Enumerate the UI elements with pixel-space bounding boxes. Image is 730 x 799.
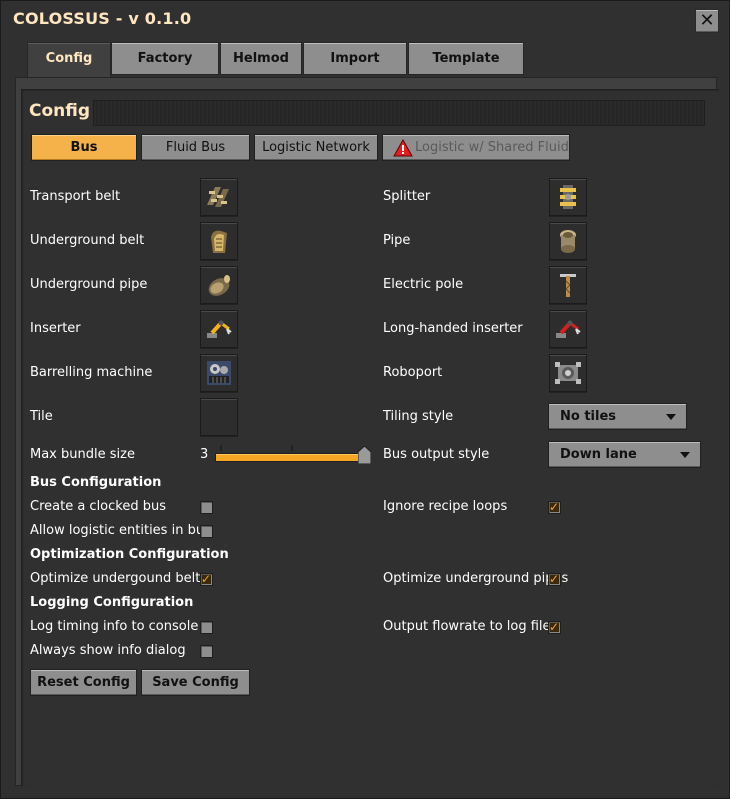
inserter-icon: [207, 320, 232, 338]
save-config-label: Save Config: [152, 675, 239, 690]
subtab-label: Logistic w/ Shared Fluid: [415, 140, 569, 155]
checkmark-icon: ✓: [549, 500, 560, 514]
always-show-info-checkbox[interactable]: [200, 645, 213, 658]
checkmark-icon: ✓: [549, 620, 560, 634]
bus-output-style-dropdown[interactable]: Down lane: [548, 441, 701, 468]
max-bundle-size-slider[interactable]: [215, 453, 371, 462]
bus-output-style-value: Down lane: [560, 447, 637, 462]
checkmark-icon: ✓: [549, 572, 560, 586]
tiling-style-dropdown[interactable]: No tiles: [548, 403, 687, 430]
subtab-logistic-network[interactable]: Logistic Network: [254, 134, 378, 161]
tab-factory-planner[interactable]: Factory Planner: [111, 42, 219, 97]
underground-belt-icon: [211, 230, 227, 253]
tiling-style-value: No tiles: [560, 409, 617, 424]
reset-config-label: Reset Config: [37, 675, 130, 690]
log-timing-label: Log timing info to console: [30, 619, 199, 634]
log-timing-checkbox[interactable]: [200, 621, 213, 634]
ignore-recipe-loops-label: Ignore recipe loops: [383, 499, 508, 514]
tile-slot[interactable]: [200, 398, 238, 436]
roboport-slot[interactable]: [549, 354, 587, 392]
barrelling-machine-slot[interactable]: [200, 354, 238, 392]
checkmark-icon: ✓: [201, 572, 212, 586]
inserter-label: Inserter: [30, 321, 81, 336]
window-title: COLOSSUS - v 0.1.0: [13, 9, 192, 28]
allow-logistic-label: Allow logistic entities in bus: [30, 523, 211, 538]
long-handed-inserter-label: Long-handed inserter: [383, 321, 523, 336]
electric-pole-icon: [560, 274, 576, 297]
title-filler: [93, 100, 705, 126]
transport-belt-icon: [207, 187, 229, 207]
subtab-fluid-bus[interactable]: Fluid Bus: [141, 134, 250, 161]
subtab-logistic-shared-fluid[interactable]: Logistic w/ Shared Fluid: [382, 134, 570, 161]
bus-output-style-label: Bus output style: [383, 447, 490, 462]
barrelling-machine-icon: [207, 361, 231, 385]
ignore-recipe-loops-checkbox[interactable]: ✓: [548, 500, 561, 514]
subtab-label: Bus: [70, 140, 98, 155]
long-handed-inserter-slot[interactable]: [549, 310, 587, 348]
tab-import-helmod[interactable]: Import Helmod: [303, 42, 407, 97]
output-flowrate-label: Output flowrate to log file: [383, 619, 551, 634]
subtab-label: Fluid Bus: [165, 140, 226, 155]
create-clocked-bus-label: Create a clocked bus: [30, 499, 166, 514]
splitter-label: Splitter: [383, 189, 431, 204]
slider-handle[interactable]: [358, 446, 371, 464]
always-show-info-label: Always show info dialog: [30, 643, 186, 658]
chevron-down-icon: [680, 452, 690, 458]
subtab-bus[interactable]: Bus: [31, 134, 137, 161]
electric-pole-slot[interactable]: [549, 266, 587, 304]
max-bundle-size-value: 3: [200, 447, 209, 462]
inserter-slot[interactable]: [200, 310, 238, 348]
underground-belt-label: Underground belt: [30, 233, 145, 248]
create-clocked-bus-checkbox[interactable]: [200, 501, 213, 514]
optimize-belts-checkbox[interactable]: ✓: [200, 572, 213, 586]
close-icon: ✕: [699, 10, 715, 31]
pipe-label: Pipe: [383, 233, 411, 248]
chevron-down-icon: [666, 414, 676, 420]
colossus-window: COLOSSUS - v 0.1.0 ✕ Config Factory Plan…: [0, 0, 730, 799]
splitter-icon: [560, 185, 576, 209]
tab-template-editor[interactable]: Template Editor: [408, 42, 524, 97]
section-title: Config: [29, 101, 91, 121]
allow-logistic-checkbox[interactable]: [200, 525, 213, 538]
barrelling-machine-label: Barrelling machine: [30, 365, 153, 380]
slider-tick: [220, 445, 222, 451]
pipe-icon: [560, 230, 576, 253]
tab-label: Helmod: [233, 51, 289, 66]
bus-configuration-header: Bus Configuration: [30, 475, 162, 490]
max-bundle-size-label: Max bundle size: [30, 447, 135, 462]
warning-icon: [393, 139, 413, 157]
logging-configuration-header: Logging Configuration: [30, 595, 194, 610]
optimize-pipes-checkbox[interactable]: ✓: [548, 572, 561, 586]
underground-pipe-slot[interactable]: [200, 266, 238, 304]
subtab-label: Logistic Network: [262, 140, 370, 155]
roboport-icon: [555, 362, 581, 384]
save-config-button[interactable]: Save Config: [141, 669, 250, 696]
transport-belt-label: Transport belt: [30, 189, 121, 204]
roboport-label: Roboport: [383, 365, 443, 380]
long-handed-inserter-icon: [556, 320, 581, 338]
title-bar[interactable]: COLOSSUS - v 0.1.0 ✕: [1, 1, 730, 39]
output-flowrate-checkbox[interactable]: ✓: [548, 620, 561, 634]
tab-helmod[interactable]: Helmod: [220, 42, 302, 75]
electric-pole-label: Electric pole: [383, 277, 464, 292]
tile-label: Tile: [30, 409, 53, 424]
underground-pipe-label: Underground pipe: [30, 277, 148, 292]
splitter-slot[interactable]: [549, 178, 587, 216]
close-button[interactable]: ✕: [695, 9, 719, 33]
underground-belt-slot[interactable]: [200, 222, 238, 260]
optimize-belts-label: Optimize undergound belts: [30, 571, 208, 586]
optimize-pipes-label: Optimize underground pipes: [383, 571, 569, 586]
tab-config[interactable]: Config: [27, 42, 111, 78]
tab-label: Config: [45, 51, 93, 66]
tiling-style-label: Tiling style: [383, 409, 454, 424]
transport-belt-slot[interactable]: [200, 178, 238, 216]
underground-pipe-icon: [208, 275, 230, 296]
reset-config-button[interactable]: Reset Config: [30, 669, 137, 696]
slider-tick: [291, 445, 293, 451]
pipe-slot[interactable]: [549, 222, 587, 260]
optimization-configuration-header: Optimization Configuration: [30, 547, 229, 562]
